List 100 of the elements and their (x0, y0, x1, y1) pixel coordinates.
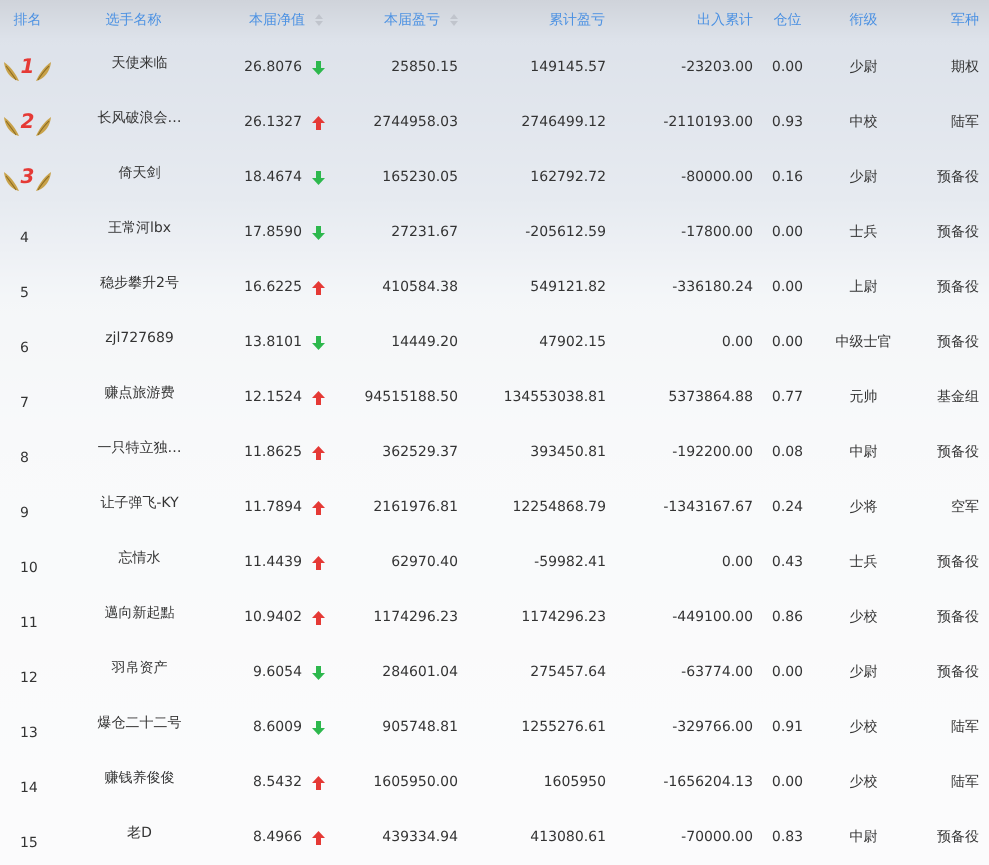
branch-label: 预备役 (937, 443, 979, 462)
rank-number: 1 (20, 56, 36, 76)
column-header: 仓位 (774, 10, 802, 30)
position-value: 0.08 (772, 443, 804, 462)
branch-label: 预备役 (937, 663, 979, 682)
player-name: 稳步攀升2号 (100, 274, 179, 293)
column-header: 军种 (951, 10, 979, 30)
player-name: 倚天剑 (118, 164, 160, 183)
position-value: 0.00 (772, 223, 804, 242)
grade-label: 少将 (850, 498, 878, 517)
total-profit-value: 393450.81 (530, 443, 606, 462)
position-value: 0.86 (772, 608, 804, 627)
net-value: 11.7894 (244, 498, 302, 517)
total-profit-value: 1255276.61 (521, 718, 606, 737)
total-profit-value: 162792.72 (530, 168, 606, 187)
rank-number: 4 (20, 229, 29, 248)
total-profit-value: -205612.59 (525, 223, 606, 242)
wing-icon (35, 60, 52, 82)
rank-number: 11 (20, 614, 38, 633)
grade-label: 少校 (850, 608, 878, 627)
branch-label: 陆军 (951, 773, 979, 792)
total-profit-value: 47902.15 (539, 333, 606, 352)
cash-flow-value: -192200.00 (672, 443, 753, 462)
position-value: 0.16 (772, 168, 804, 187)
total-profit-value: 549121.82 (530, 278, 606, 297)
column-header: 出入累计 (697, 10, 753, 30)
grade-label: 中级士官 (836, 333, 892, 352)
position-value: 0.77 (772, 388, 804, 407)
position-value: 0.93 (772, 113, 804, 132)
total-profit-value: 12254868.79 (512, 498, 606, 517)
total-profit-value: 134553038.81 (504, 388, 606, 407)
profit-value: 1174296.23 (373, 608, 458, 627)
grade-label: 士兵 (850, 553, 878, 572)
cash-flow-value: 5373864.88 (668, 388, 753, 407)
net-value: 8.6009 (253, 718, 302, 737)
position-value: 0.83 (772, 828, 804, 847)
column-header[interactable]: 本届盈亏 (384, 10, 440, 30)
cash-flow-value: 0.00 (722, 333, 753, 352)
net-value: 9.6054 (253, 663, 302, 682)
rank-number: 14 (20, 779, 38, 798)
position-value: 0.00 (772, 773, 804, 792)
net-value: 12.1524 (244, 388, 302, 407)
profit-value: 94515188.50 (364, 388, 458, 407)
grade-label: 少尉 (850, 663, 878, 682)
rank-number: 10 (20, 559, 38, 578)
player-name: 王常河lbx (108, 219, 172, 238)
net-value: 8.5432 (253, 773, 302, 792)
net-value: 26.1327 (244, 113, 302, 132)
branch-label: 空军 (951, 498, 979, 517)
total-profit-value: -59982.41 (534, 553, 606, 572)
grade-label: 中尉 (850, 443, 878, 462)
position-value: 0.91 (772, 718, 804, 737)
player-name: 忘情水 (118, 549, 160, 568)
player-name: 羽帛资产 (112, 659, 168, 678)
grade-label: 少校 (850, 718, 878, 737)
total-profit-value: 413080.61 (530, 828, 606, 847)
rank-number: 13 (20, 724, 38, 743)
branch-label: 预备役 (937, 278, 979, 297)
branch-label: 预备役 (937, 333, 979, 352)
wing-icon (2, 170, 20, 192)
total-profit-value: 1605950 (544, 773, 606, 792)
player-name: zjl727689 (105, 329, 174, 348)
profit-value: 410584.38 (382, 278, 458, 297)
cash-flow-value: -1656204.13 (663, 773, 753, 792)
profit-value: 165230.05 (382, 168, 458, 187)
player-name: 老D (127, 824, 152, 843)
sort-icon[interactable] (450, 14, 458, 26)
rank-number: 15 (20, 834, 38, 853)
cash-flow-value: -449100.00 (672, 608, 753, 627)
net-value: 16.6225 (244, 278, 302, 297)
wing-icon (2, 114, 20, 136)
position-value: 0.00 (772, 58, 804, 77)
cash-flow-value: -2110193.00 (663, 113, 753, 132)
net-value: 18.4674 (244, 168, 302, 187)
profit-value: 25850.15 (391, 58, 458, 77)
branch-label: 预备役 (937, 553, 979, 572)
grade-label: 中尉 (850, 828, 878, 847)
profit-value: 62970.40 (391, 553, 458, 572)
position-value: 0.43 (772, 553, 804, 572)
position-value: 0.00 (772, 333, 804, 352)
player-name: 天使来临 (112, 54, 168, 73)
column-header[interactable]: 本届净值 (249, 10, 305, 30)
net-value: 13.8101 (244, 333, 302, 352)
player-name: 赚点旅游费 (104, 384, 174, 403)
rank-number: 8 (20, 449, 29, 468)
rank-number: 5 (20, 284, 29, 303)
grade-label: 少尉 (850, 58, 878, 77)
total-profit-value: 275457.64 (530, 663, 606, 682)
profit-value: 284601.04 (382, 663, 458, 682)
player-name: 让子弹飞-KY (100, 494, 179, 513)
branch-label: 预备役 (937, 608, 979, 627)
grade-label: 上尉 (850, 278, 878, 297)
column-header: 选手名称 (106, 10, 162, 30)
branch-label: 陆军 (951, 718, 979, 737)
player-name: 邁向新起點 (104, 604, 174, 623)
sort-icon[interactable] (315, 14, 323, 26)
grade-label: 士兵 (850, 223, 878, 242)
player-name: 赚钱养俊俊 (104, 769, 174, 788)
rank-number: 9 (20, 504, 29, 523)
total-profit-value: 149145.57 (530, 58, 606, 77)
